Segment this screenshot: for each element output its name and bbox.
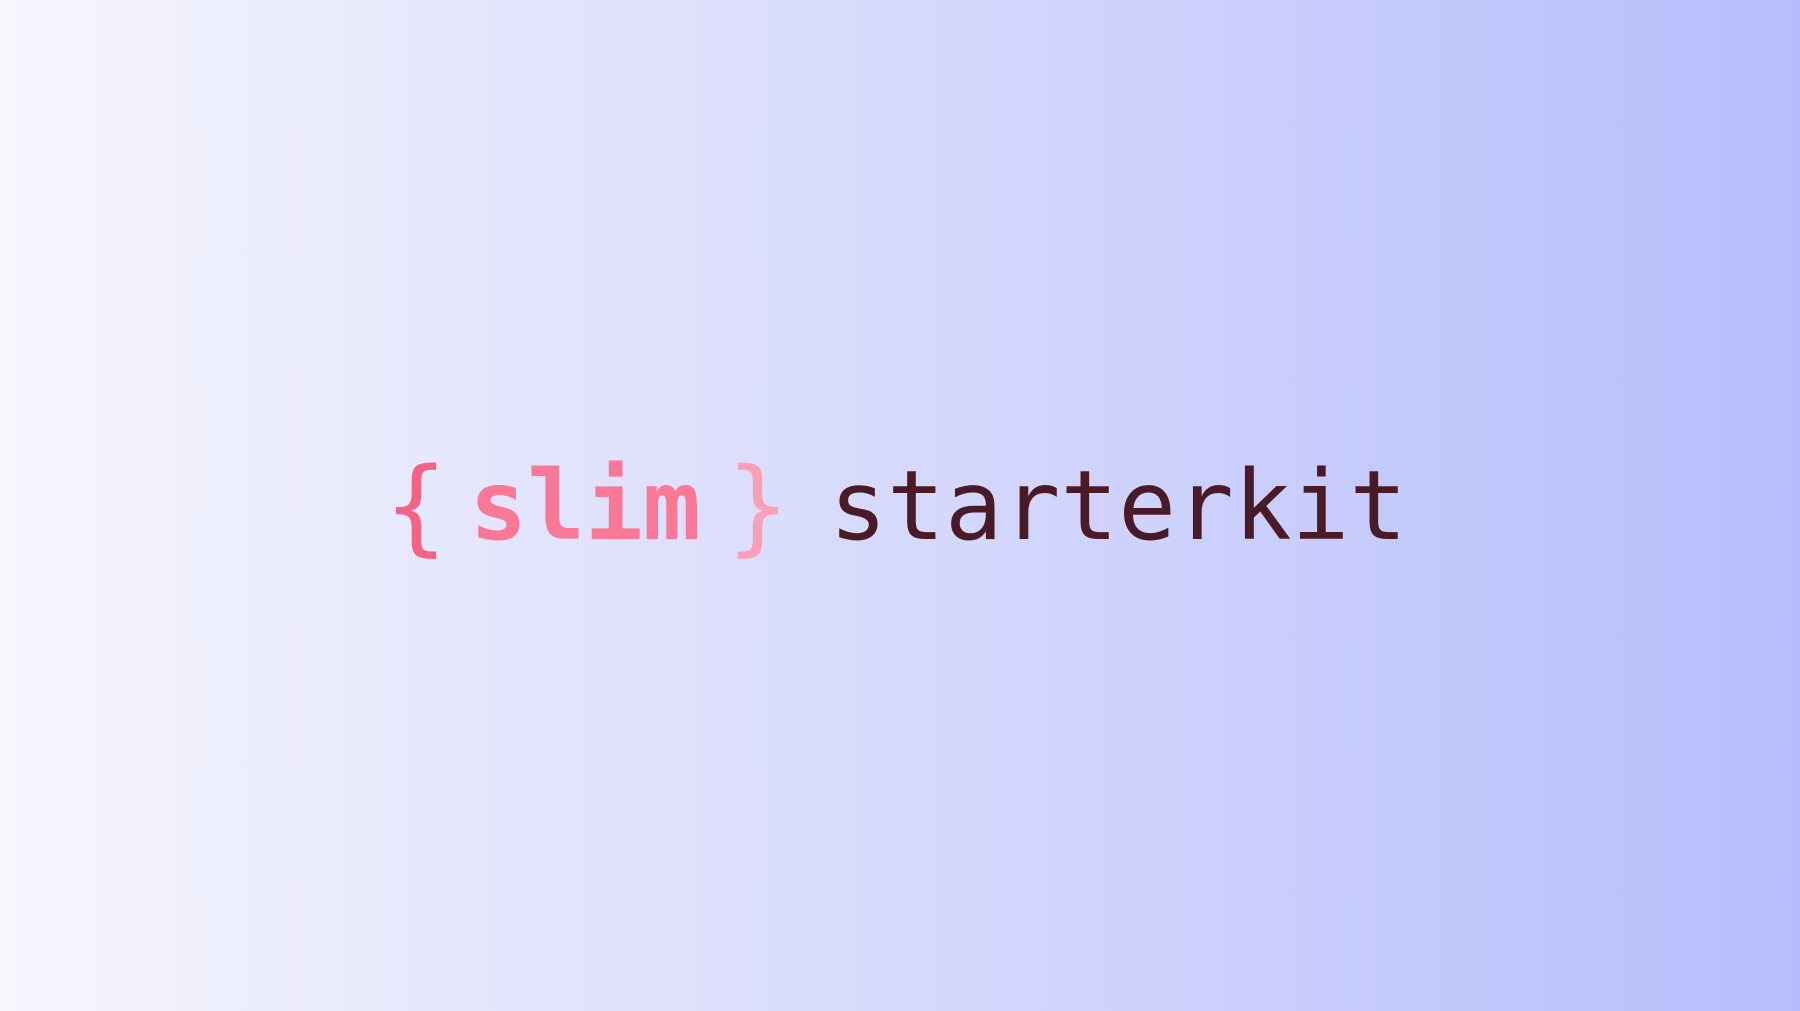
logo-wordmark: { slim } starterkit — [0, 0, 1800, 1011]
starterkit-word: starterkit — [829, 449, 1408, 562]
close-brace: } — [726, 444, 790, 567]
open-brace: { — [384, 444, 448, 567]
logo-text-group: { slim } starterkit — [385, 454, 1407, 558]
slim-word: slim — [469, 449, 701, 562]
